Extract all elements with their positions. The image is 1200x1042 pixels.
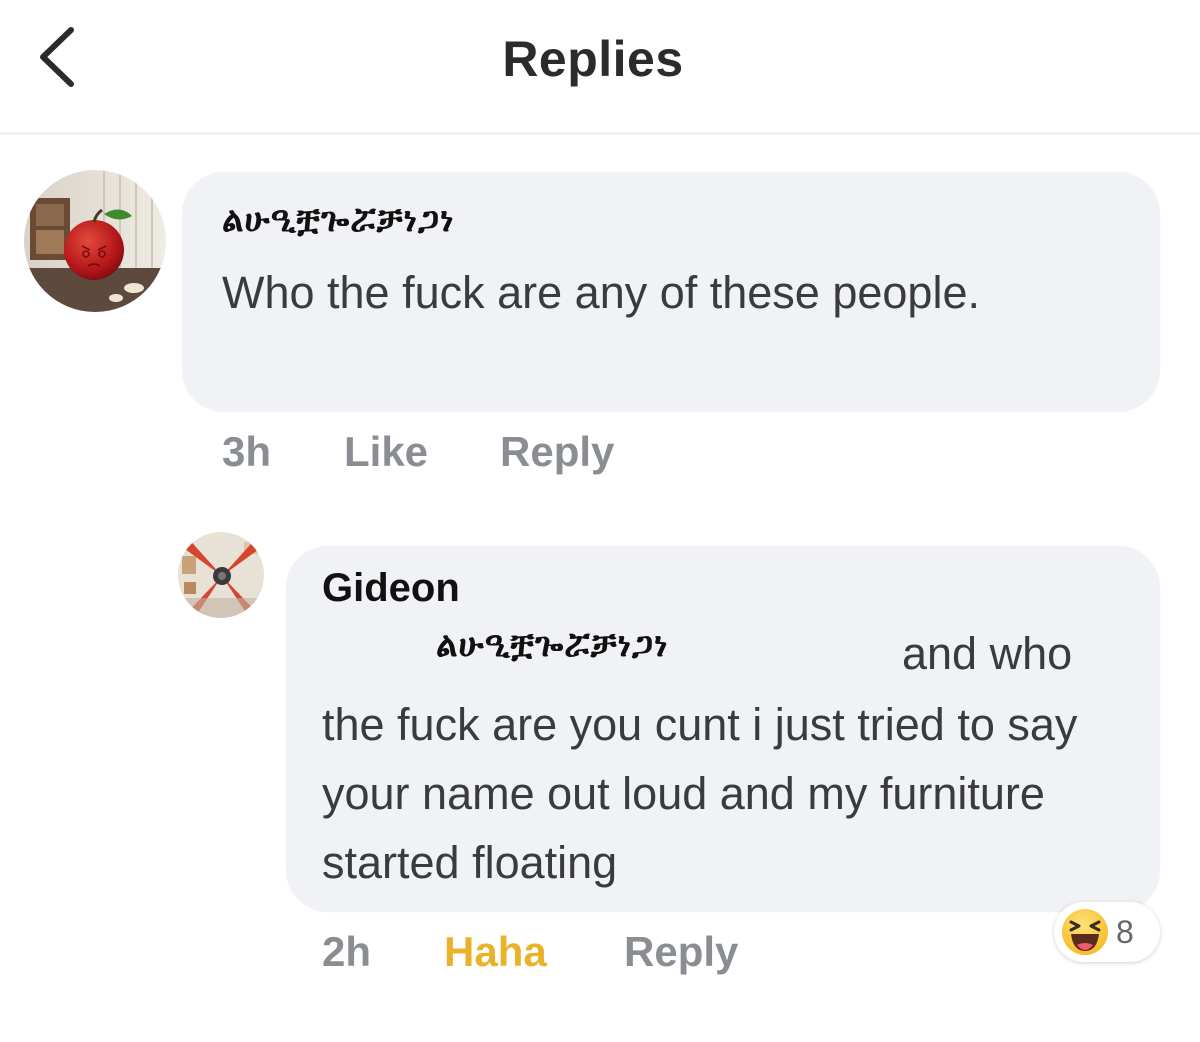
replies-header: Replies (0, 0, 1200, 135)
reaction-summary[interactable]: 8 (1054, 902, 1160, 962)
comment-text: and who (902, 628, 1073, 679)
apple-avatar-image (24, 170, 166, 312)
mention-tag[interactable]: ልሁዒቿጐሯቻነጋነ (436, 625, 669, 665)
comment-timestamp: 2h (322, 928, 372, 975)
haha-reaction-button[interactable]: Haha (444, 928, 547, 976)
haha-emoji-icon (1062, 909, 1108, 955)
like-button[interactable]: Like (344, 428, 428, 476)
comment-text: Who the fuck are any of these people. (222, 267, 980, 318)
comment-timestamp: 3h (222, 428, 272, 475)
reply-button[interactable]: Reply (500, 428, 614, 476)
avatar[interactable] (178, 532, 264, 618)
replies-page: Replies ልሁዒቿጐሯቻነጋነ Who the fuck are any … (0, 0, 1200, 1042)
comment-author[interactable]: Gideon (322, 566, 460, 611)
reaction-count: 8 (1116, 913, 1134, 950)
comment-text-continued: the fuck are you cunt i just tried to sa… (322, 699, 1078, 888)
fan-avatar-image (178, 532, 264, 618)
avatar[interactable] (24, 170, 166, 312)
reply-button[interactable]: Reply (624, 928, 738, 976)
page-title: Replies (502, 31, 684, 87)
comment-author[interactable]: ልሁዒቿጐሯቻነጋነ (222, 200, 455, 240)
